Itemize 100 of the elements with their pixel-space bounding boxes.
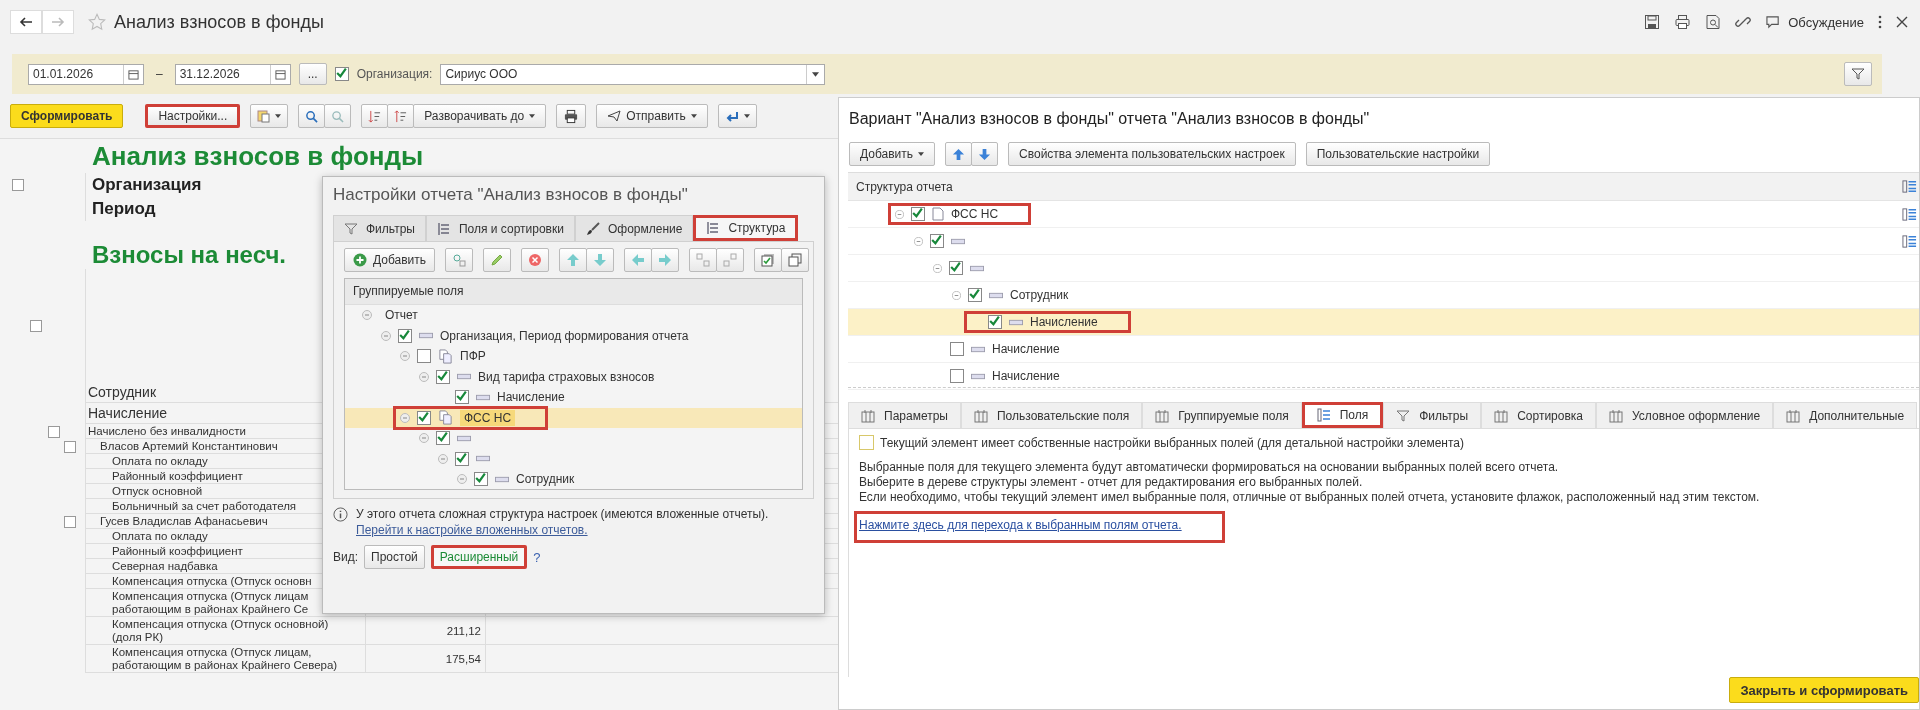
checkbox[interactable] (334, 67, 349, 81)
print-icon[interactable] (1674, 14, 1692, 30)
add-button[interactable]: Добавить (344, 248, 436, 272)
settings-list-icon[interactable] (1902, 206, 1917, 222)
tab[interactable]: Параметры (848, 402, 961, 428)
collapse-icon[interactable] (30, 319, 42, 332)
checkbox[interactable] (398, 328, 412, 343)
tab[interactable]: Сортировка (1481, 402, 1596, 428)
checkbox[interactable] (950, 342, 964, 356)
move-down-button[interactable] (586, 248, 615, 272)
selected-fields-link[interactable]: Нажмите здесь для перехода к выбранным полям отчета. (854, 511, 1225, 543)
checkbox[interactable] (455, 451, 469, 466)
tab[interactable]: Поля и сортировки (425, 215, 575, 241)
checkbox[interactable] (988, 315, 1002, 329)
filter-button[interactable] (1844, 62, 1872, 86)
collapse-icon[interactable] (895, 209, 904, 219)
more-icon[interactable] (1878, 15, 1882, 29)
tree-item[interactable]: Начисление (992, 369, 1060, 383)
date-field[interactable]: 31.12.2026 (174, 63, 291, 85)
user-settings-button[interactable]: Пользовательские настройки (1305, 142, 1491, 166)
tree-item[interactable]: Вид тарифа страховых взносов (478, 369, 655, 384)
collapse-icon[interactable] (952, 290, 961, 300)
send-button[interactable]: Отправить (596, 104, 708, 128)
checkbox[interactable] (968, 288, 982, 302)
tree-item[interactable]: Сотрудник (1010, 288, 1069, 302)
save-icon[interactable] (1644, 14, 1661, 30)
view-button[interactable]: Расширенный (430, 545, 528, 569)
nested-reports-link[interactable]: Перейти к настройке вложенных отчетов. (356, 523, 769, 537)
tree-item[interactable]: Организация, Период формирования отчета (440, 328, 689, 343)
date-field[interactable]: 01.01.2026 (28, 63, 144, 85)
print-button[interactable] (556, 104, 587, 128)
tab[interactable]: Поля (1301, 402, 1384, 428)
properties-button[interactable]: Свойства элемента пользовательских настроек (1008, 142, 1296, 166)
generate-button[interactable]: Сформировать (10, 104, 124, 128)
check-all-button[interactable] (754, 248, 783, 272)
search-button[interactable] (298, 104, 326, 128)
settings-list-icon[interactable] (1902, 233, 1917, 249)
tree-item[interactable]: Отчет (385, 308, 418, 323)
collapse-icon[interactable] (933, 263, 942, 273)
move-down-button[interactable] (971, 142, 999, 166)
checkbox[interactable] (436, 431, 450, 446)
tree-item[interactable]: ФСС НС (951, 207, 999, 221)
move-left-button[interactable] (624, 248, 653, 272)
tab[interactable]: Условное оформление (1596, 402, 1774, 428)
ungroup-button[interactable] (716, 248, 745, 272)
period-button[interactable]: ... (298, 63, 327, 85)
checkbox[interactable] (950, 369, 964, 383)
tree-item[interactable]: Начисление (992, 342, 1060, 356)
add-button[interactable]: Добавить (849, 142, 936, 166)
checkbox[interactable] (911, 207, 925, 221)
checkbox[interactable] (949, 261, 963, 275)
organization-select[interactable]: Сириус ООО (440, 63, 826, 85)
close-and-generate-button[interactable]: Закрыть и сформировать (1729, 677, 1919, 703)
close-icon[interactable] (1896, 16, 1908, 28)
collapse-icon[interactable] (64, 515, 76, 528)
tree-item[interactable]: Начисление (1030, 315, 1098, 329)
tab[interactable]: Дополнительные (1773, 402, 1918, 428)
settings-button[interactable]: Настройки... (145, 104, 241, 128)
sort-button[interactable] (387, 104, 415, 128)
view-button[interactable]: Простой (364, 545, 425, 569)
move-up-button[interactable] (945, 142, 973, 166)
expand-to-button[interactable]: Разворачивать до (413, 104, 547, 128)
link-icon[interactable] (1735, 14, 1752, 30)
copy-button[interactable] (781, 248, 810, 272)
delete-button[interactable] (521, 248, 550, 272)
checkbox[interactable] (417, 410, 431, 425)
tab[interactable]: Фильтры (333, 215, 426, 241)
checkbox[interactable] (859, 435, 874, 450)
tree-item[interactable]: ПФР (460, 349, 486, 364)
discussion-button[interactable]: Обсуждение (1765, 14, 1864, 30)
tab[interactable]: Структура (693, 215, 799, 241)
back-button[interactable] (10, 10, 42, 34)
checkbox[interactable] (417, 349, 431, 364)
checkbox[interactable] (455, 390, 469, 405)
tree-item[interactable]: Сотрудник (516, 472, 575, 487)
variant-button[interactable] (250, 104, 289, 128)
tree-item[interactable]: ФСС НС (460, 409, 516, 426)
sort-button[interactable] (361, 104, 389, 128)
collapse-icon[interactable] (48, 425, 60, 438)
move-right-button[interactable] (651, 248, 680, 272)
checkbox[interactable] (436, 369, 450, 384)
tab[interactable]: Пользовательские поля (960, 402, 1143, 428)
add-field-button[interactable] (445, 248, 474, 272)
star-icon[interactable] (88, 13, 106, 31)
checkbox[interactable] (474, 472, 488, 487)
settings-list-icon[interactable] (1902, 179, 1917, 194)
tree-item[interactable]: Начисление (497, 390, 565, 405)
group-button[interactable] (689, 248, 718, 272)
move-up-button[interactable] (559, 248, 588, 272)
tab[interactable]: Фильтры (1383, 402, 1482, 428)
collapse-icon[interactable] (914, 236, 923, 246)
help-link[interactable]: ? (533, 549, 541, 565)
checkbox[interactable] (930, 234, 944, 248)
tab[interactable]: Группируемые поля (1142, 402, 1302, 428)
preview-icon[interactable] (1705, 14, 1722, 30)
edit-button[interactable] (483, 248, 512, 272)
return-button[interactable] (717, 104, 757, 128)
tab[interactable]: Оформление (574, 215, 694, 241)
collapse-icon[interactable] (64, 440, 76, 453)
collapse-icon[interactable] (12, 179, 24, 191)
